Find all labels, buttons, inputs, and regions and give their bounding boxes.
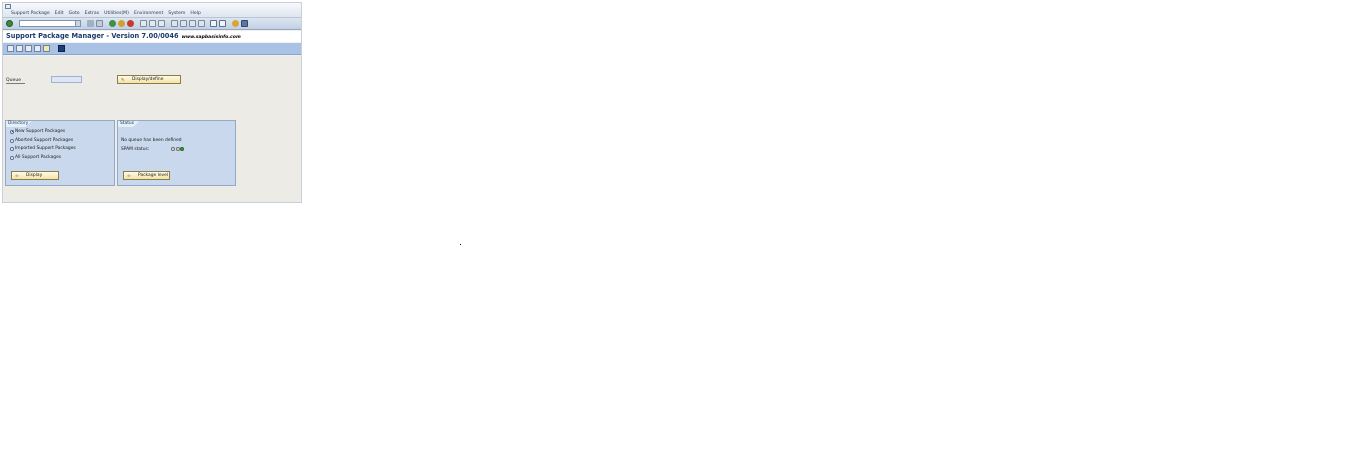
- new-document-icon[interactable]: [7, 45, 14, 52]
- menu-item-environment[interactable]: Environment: [134, 11, 163, 16]
- display-button-label: Display: [26, 173, 43, 178]
- glasses-icon: ∞: [127, 173, 131, 179]
- traffic-light-yellow-icon: [175, 147, 180, 151]
- display-icon[interactable]: [16, 45, 23, 52]
- enter-icon[interactable]: [6, 20, 13, 27]
- display-button[interactable]: ∞ Display: [11, 171, 59, 180]
- radio-button[interactable]: [10, 138, 14, 143]
- main-content: Queue ✎ Display/define Directory New Sup…: [3, 56, 301, 202]
- package-level-label: Package level: [138, 173, 169, 178]
- queue-label: Queue: [6, 78, 26, 84]
- traffic-light-red-icon: [171, 147, 175, 151]
- radio-label: New Support Packages: [15, 129, 66, 134]
- exit-icon[interactable]: [118, 20, 125, 27]
- menu-item-edit[interactable]: Edit: [55, 11, 64, 16]
- page-title-text: Support Package Manager - Version 7.00/0…: [6, 32, 179, 40]
- edit-icon[interactable]: [34, 45, 41, 52]
- radio-label: All Support Packages: [15, 155, 62, 160]
- display-define-label: Display/define: [132, 77, 164, 82]
- radio-button[interactable]: [10, 129, 14, 134]
- radio-imported-support-packages[interactable]: Imported Support Packages: [10, 146, 76, 151]
- print-icon[interactable]: [140, 20, 147, 27]
- find-icon[interactable]: [149, 20, 156, 27]
- stray-dot: [460, 244, 461, 245]
- watermark-text: www.sapbasisinfo.com: [181, 35, 241, 40]
- save-icon[interactable]: [96, 20, 103, 27]
- menu-item-extras[interactable]: Extras: [85, 11, 100, 16]
- pencil-icon: ✎: [121, 77, 125, 83]
- layout-menu-icon[interactable]: [241, 20, 248, 27]
- import-icon[interactable]: [25, 45, 32, 52]
- last-page-icon[interactable]: [198, 20, 205, 27]
- display-define-button[interactable]: ✎ Display/define: [117, 75, 181, 84]
- glasses-icon: ∞: [15, 173, 19, 179]
- cancel-icon[interactable]: [127, 20, 134, 27]
- sap-window: Support Package Edit Goto Extras Utiliti…: [2, 2, 302, 203]
- radio-label: Imported Support Packages: [15, 146, 76, 151]
- package-level-button[interactable]: ∞ Package level: [123, 171, 170, 180]
- command-field[interactable]: [19, 20, 81, 27]
- previous-page-icon[interactable]: [180, 20, 187, 27]
- help-icon[interactable]: [232, 20, 239, 27]
- queue-field[interactable]: [51, 76, 82, 83]
- create-session-icon[interactable]: [210, 20, 217, 27]
- radio-label: Aborted Support Packages: [15, 138, 74, 143]
- menu-area: Support Package Edit Goto Extras Utiliti…: [3, 3, 301, 18]
- queue-status-message: No queue has been defined: [121, 138, 182, 143]
- radio-button[interactable]: [10, 146, 14, 151]
- radio-all-support-packages[interactable]: All Support Packages: [10, 155, 61, 160]
- back-icon[interactable]: [109, 20, 116, 27]
- status-group: Status No queue has been defined SPAM st…: [117, 120, 236, 186]
- menu-item-system[interactable]: System: [168, 11, 185, 16]
- load-package-icon[interactable]: [43, 45, 50, 52]
- radio-button[interactable]: [10, 155, 14, 160]
- radio-new-support-packages[interactable]: New Support Packages: [10, 129, 65, 134]
- page-title: Support Package Manager - Version 7.00/0…: [6, 32, 241, 40]
- directory-group: Directory New Support Packages Aborted S…: [5, 120, 115, 186]
- standard-toolbar: [3, 18, 301, 30]
- title-bar: Support Package Manager - Version 7.00/0…: [3, 31, 301, 42]
- spam-status-label: SPAM status:: [121, 147, 150, 152]
- find-next-icon[interactable]: [158, 20, 165, 27]
- traffic-light-green-icon: [180, 147, 184, 151]
- back-arrow-icon[interactable]: [87, 20, 94, 27]
- status-group-title: Status: [118, 121, 142, 127]
- radio-aborted-support-packages[interactable]: Aborted Support Packages: [10, 138, 73, 143]
- chevron-down-icon[interactable]: [75, 21, 80, 26]
- shortcut-icon[interactable]: [219, 20, 226, 27]
- menu-bar: Support Package Edit Goto Extras Utiliti…: [11, 11, 201, 16]
- directory-group-title: Directory: [6, 121, 37, 127]
- application-toolbar: [3, 43, 301, 55]
- menu-item-goto[interactable]: Goto: [69, 11, 80, 16]
- system-menu-icon[interactable]: [5, 4, 11, 9]
- menu-item-support-package[interactable]: Support Package: [11, 11, 50, 16]
- menu-item-help[interactable]: Help: [190, 11, 200, 16]
- spam-status-lights: [171, 147, 184, 151]
- menu-item-utilities[interactable]: Utilities(M): [104, 11, 129, 16]
- next-page-icon[interactable]: [189, 20, 196, 27]
- first-page-icon[interactable]: [171, 20, 178, 27]
- information-icon[interactable]: [58, 45, 65, 52]
